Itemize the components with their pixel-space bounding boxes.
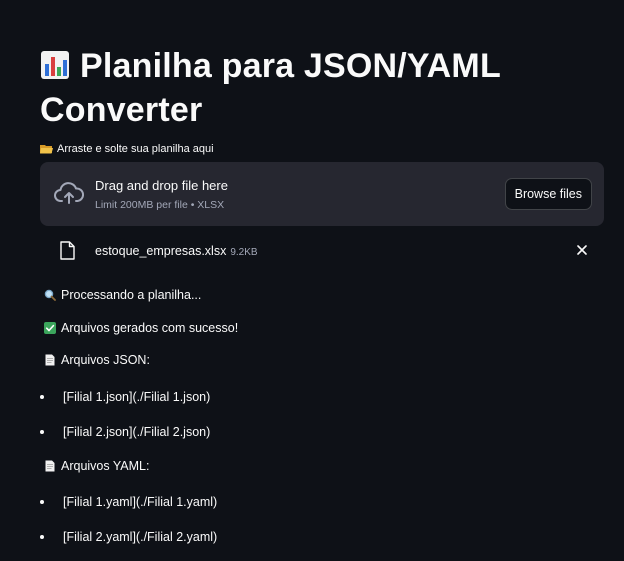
json-file-link-text: [Filial 2.json](./Filial 2.json) [63, 425, 211, 439]
uploader-label: Arraste e solte sua planilha aqui [40, 142, 214, 156]
document-icon [45, 460, 55, 472]
open-folder-icon [40, 145, 53, 154]
processing-message-text: Processando a planilha... [61, 288, 202, 302]
uploader-label-text: Arraste e solte sua planilha aqui [57, 143, 214, 155]
cloud-upload-icon [54, 182, 84, 204]
bullet-dot [40, 500, 44, 504]
dropzone-limit-text: Limit 200MB per file • XLSX [95, 199, 225, 211]
bullet-dot [40, 430, 44, 434]
bar-chart-icon [41, 51, 69, 79]
json-section-heading-text: Arquivos JSON: [61, 353, 150, 367]
magnifier-icon [44, 289, 56, 301]
yaml-section-heading-text: Arquivos YAML: [61, 459, 150, 473]
yaml-section-heading: Arquivos YAML: [44, 458, 149, 474]
check-mark-icon [44, 322, 56, 334]
page-title-text: Planilha para JSON/YAML Converter [40, 47, 501, 129]
file-icon [60, 241, 75, 260]
page-title: Planilha para JSON/YAML Converter [40, 44, 600, 132]
document-icon [45, 354, 55, 366]
uploaded-file-size: 9.2KB [230, 247, 258, 258]
success-message: Arquivos gerados com sucesso! [44, 320, 238, 336]
dropzone-instructions: Drag and drop file here Limit 200MB per … [95, 178, 228, 212]
yaml-file-link-text: [Filial 2.yaml](./Filial 2.yaml) [63, 530, 218, 544]
json-file-link-text: [Filial 1.json](./Filial 1.json) [63, 390, 211, 404]
processing-message: Processando a planilha... [44, 287, 201, 303]
file-dropzone[interactable]: Drag and drop file here Limit 200MB per … [40, 162, 604, 226]
uploaded-file-row: estoque_empresas.xlsx 9.2KB [40, 236, 604, 266]
json-section-heading: Arquivos JSON: [44, 352, 150, 368]
uploaded-file-name: estoque_empresas.xlsx [95, 244, 227, 258]
app-page: Planilha para JSON/YAML Converter Arrast… [0, 0, 624, 561]
browse-files-button[interactable]: Browse files [504, 178, 592, 210]
success-message-text: Arquivos gerados com sucesso! [61, 321, 239, 335]
yaml-file-link-text: [Filial 1.yaml](./Filial 1.yaml) [63, 495, 218, 509]
uploaded-file-info: estoque_empresas.xlsx 9.2KB [95, 244, 258, 260]
bullet-dot [40, 395, 44, 399]
bullet-dot [40, 535, 44, 539]
dropzone-main-text: Drag and drop file here [95, 178, 228, 193]
close-icon[interactable] [576, 244, 588, 256]
